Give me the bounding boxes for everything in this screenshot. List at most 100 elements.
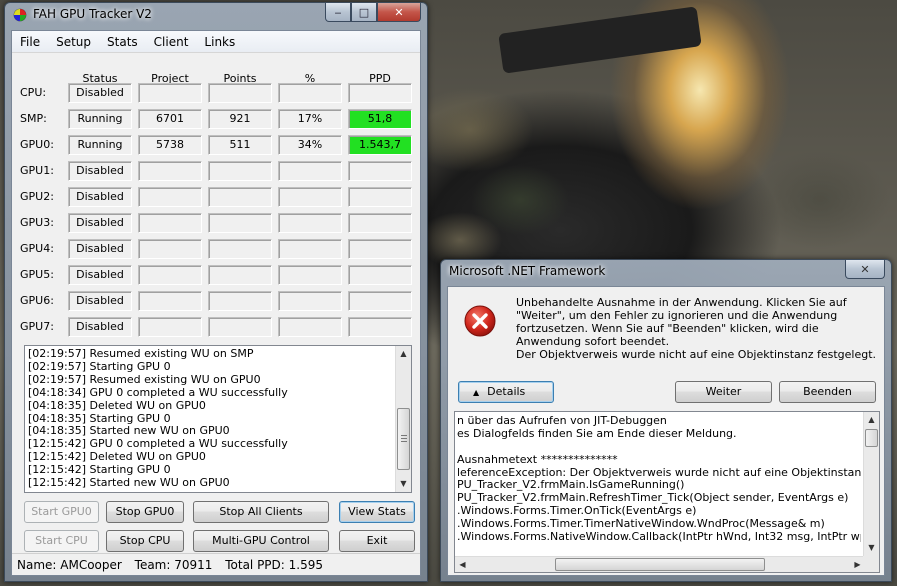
status-bar: Name: AMCooper Team: 70911 Total PPD: 1.… [12, 553, 420, 575]
client-status-grid: Status Project Points % Complete PPD CPU… [12, 55, 420, 337]
complete-cell [278, 213, 342, 233]
ppd-cell [348, 83, 412, 103]
log-lines: [02:19:57] Resumed existing WU on SMP [02… [28, 347, 396, 490]
complete-cell [278, 239, 342, 259]
scroll-up-icon[interactable]: ▲ [396, 346, 411, 362]
client-row: GPU1: Disabled [12, 155, 420, 181]
points-cell [208, 161, 272, 181]
client-row: GPU3: Disabled [12, 207, 420, 233]
scroll-left-icon[interactable]: ◀ [455, 557, 470, 572]
points-cell: 921 [208, 109, 272, 129]
log-line: [02:19:57] Resumed existing WU on GPU0 [28, 372, 261, 386]
dialog-client-area: Unbehandelte Ausnahme in der Anwendung. … [447, 286, 885, 576]
details-horizontal-scrollbar[interactable]: ◀ ▶ [455, 556, 865, 572]
quit-button[interactable]: Beenden [779, 381, 876, 403]
view-stats-button[interactable]: View Stats [339, 501, 415, 523]
client-row-label: GPU6: [20, 294, 54, 307]
scroll-up-icon[interactable]: ▲ [864, 412, 879, 428]
complete-cell [278, 83, 342, 103]
status-cell: Disabled [68, 161, 132, 181]
points-cell [208, 239, 272, 259]
exception-line: Ausnahmetext ************** [457, 452, 618, 466]
minimize-button[interactable]: ‒ [325, 3, 351, 22]
scroll-corner [863, 556, 879, 572]
log-scrollbar[interactable]: ▲ ▼ [395, 346, 411, 492]
complete-cell [278, 187, 342, 207]
continue-button[interactable]: Weiter [675, 381, 772, 403]
fah-tracker-window: FAH GPU Tracker V2 ‒ □ ✕ File Setup Stat… [4, 2, 428, 582]
ppd-cell: 51,8 [348, 109, 412, 129]
complete-cell: 34% [278, 135, 342, 155]
status-total-ppd: Total PPD: 1.595 [225, 558, 323, 572]
log-line: [04:18:35] Deleted WU on GPU0 [28, 398, 206, 412]
maximize-button[interactable]: □ [351, 3, 377, 22]
start-gpu0-button[interactable]: Start GPU0 [24, 501, 99, 523]
client-row-label: GPU5: [20, 268, 54, 281]
status-cell: Running [68, 135, 132, 155]
client-row-label: SMP: [20, 112, 47, 125]
close-button[interactable]: ✕ [377, 3, 421, 22]
dialog-title-bar[interactable]: Microsoft .NET Framework ✕ [441, 260, 891, 284]
log-line: [12:15:42] Started new WU on GPU0 [28, 476, 230, 490]
complete-cell [278, 291, 342, 311]
multi-gpu-control-button[interactable]: Multi-GPU Control [193, 530, 329, 552]
client-row: SMP: Running 6701 921 17% 51,8 [12, 103, 420, 129]
menu-links[interactable]: Links [204, 35, 235, 49]
client-row: GPU6: Disabled [12, 285, 420, 311]
ppd-cell [348, 317, 412, 337]
dialog-close-button[interactable]: ✕ [845, 260, 885, 279]
points-cell [208, 317, 272, 337]
exception-line: es Dialogfelds finden Sie am Ende dieser… [457, 426, 737, 440]
error-detail-message: Der Objektverweis wurde nicht auf eine O… [516, 348, 877, 361]
dialog-title: Microsoft .NET Framework [449, 264, 606, 278]
title-bar[interactable]: FAH GPU Tracker V2 ‒ □ ✕ [5, 3, 427, 27]
chevron-up-icon: ▲ [473, 388, 480, 397]
details-toggle-button[interactable]: ▲ Details [458, 381, 554, 403]
menu-stats[interactable]: Stats [107, 35, 138, 49]
status-cell: Disabled [68, 83, 132, 103]
status-cell: Disabled [68, 187, 132, 207]
exception-line: .Windows.Forms.NativeWindow.Callback(Int… [457, 530, 861, 544]
client-row-label: CPU: [20, 86, 47, 99]
status-cell: Running [68, 109, 132, 129]
project-cell [138, 317, 202, 337]
error-icon [464, 305, 496, 337]
project-cell [138, 291, 202, 311]
client-row: GPU5: Disabled [12, 259, 420, 285]
details-vertical-scrollbar[interactable]: ▲ ▼ [863, 412, 879, 556]
scroll-down-icon[interactable]: ▼ [864, 540, 879, 556]
points-cell [208, 291, 272, 311]
ppd-cell [348, 187, 412, 207]
status-team: Team: 70911 [134, 558, 213, 572]
fah-app-icon [13, 8, 27, 22]
log-scroll-thumb[interactable] [397, 408, 410, 470]
client-row: GPU4: Disabled [12, 233, 420, 259]
project-cell: 6701 [138, 109, 202, 129]
start-cpu-button[interactable]: Start CPU [24, 530, 99, 552]
ppd-cell [348, 265, 412, 285]
stop-all-clients-button[interactable]: Stop All Clients [193, 501, 329, 523]
maximize-icon: □ [358, 5, 370, 19]
stop-gpu0-button[interactable]: Stop GPU0 [106, 501, 184, 523]
log-line: [02:19:57] Resumed existing WU on SMP [28, 347, 254, 360]
status-cell: Disabled [68, 239, 132, 259]
event-log[interactable]: [02:19:57] Resumed existing WU on SMP [02… [24, 345, 412, 493]
stop-cpu-button[interactable]: Stop CPU [106, 530, 184, 552]
project-cell [138, 161, 202, 181]
ppd-cell: 1.543,7 [348, 135, 412, 155]
exception-details[interactable]: n über das Aufrufen von JIT-Debuggen es D… [454, 411, 880, 573]
exit-button[interactable]: Exit [339, 530, 415, 552]
client-row: GPU2: Disabled [12, 181, 420, 207]
menu-client[interactable]: Client [154, 35, 189, 49]
scroll-down-icon[interactable]: ▼ [396, 476, 411, 492]
menu-setup[interactable]: Setup [56, 35, 91, 49]
log-line: [02:19:57] Starting GPU 0 [28, 359, 171, 373]
exception-line: n über das Aufrufen von JIT-Debuggen [457, 415, 667, 427]
complete-cell: 17% [278, 109, 342, 129]
ppd-cell [348, 161, 412, 181]
points-cell [208, 83, 272, 103]
details-hscroll-thumb[interactable] [555, 558, 765, 571]
details-scroll-thumb[interactable] [865, 429, 878, 447]
menu-file[interactable]: File [20, 35, 40, 49]
client-row-label: GPU1: [20, 164, 54, 177]
